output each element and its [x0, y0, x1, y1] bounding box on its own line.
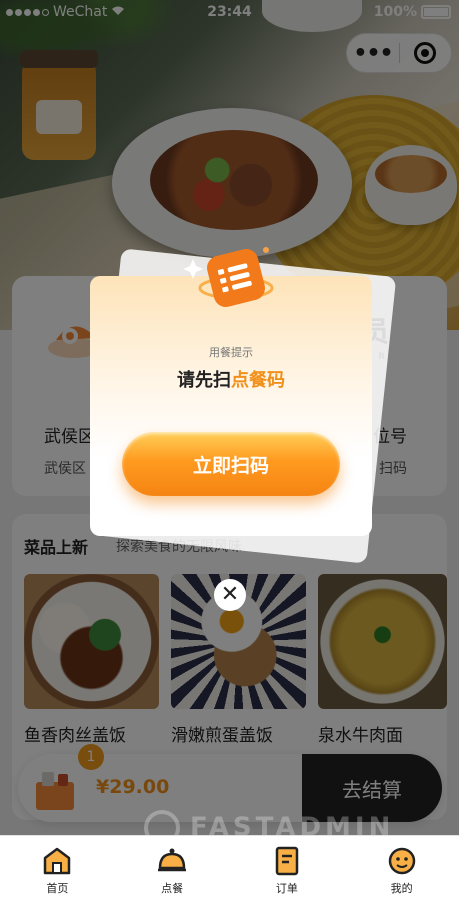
tab-profile[interactable]: 我的	[344, 836, 459, 900]
home-icon	[44, 847, 71, 875]
tab-label: 我的	[390, 882, 413, 895]
profile-icon	[388, 847, 415, 875]
tab-order-food[interactable]: 点餐	[115, 836, 230, 900]
tab-home[interactable]: 首页	[0, 836, 115, 900]
scan-now-button[interactable]: 立即扫码	[122, 432, 340, 496]
modal-title-highlight: 点餐码	[231, 370, 285, 391]
tab-label: 点餐	[161, 882, 184, 895]
order-icon	[275, 846, 299, 876]
modal-title-prefix: 请先扫	[177, 370, 231, 391]
modal-hint: 用餐提示	[209, 346, 253, 359]
modal-title: 请先扫点餐码	[90, 366, 372, 392]
cloche-icon	[158, 848, 187, 872]
tab-label: 首页	[46, 882, 69, 895]
tab-label: 订单	[275, 882, 298, 895]
bottom-tab-bar: 首页 点餐 订单 我的	[0, 835, 459, 900]
menu-list-icon	[182, 244, 274, 316]
close-modal-button[interactable]: ✕	[214, 579, 246, 611]
tab-orders[interactable]: 订单	[230, 836, 345, 900]
